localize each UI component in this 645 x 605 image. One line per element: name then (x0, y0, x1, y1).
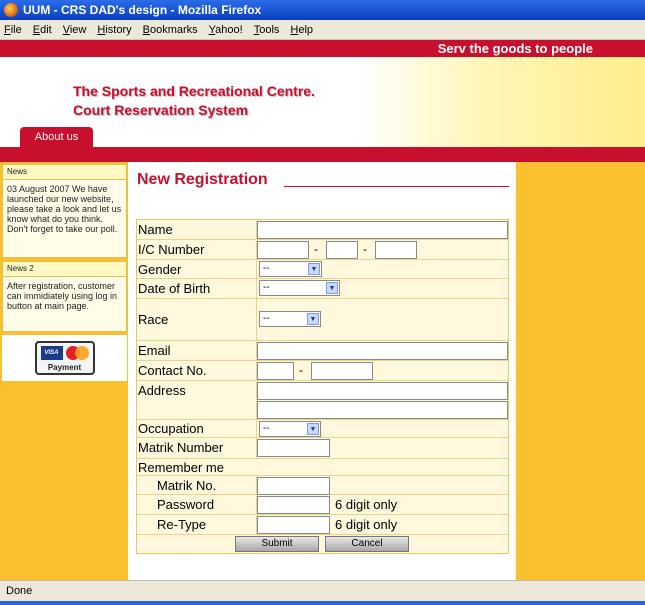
name-label: Name (138, 222, 173, 237)
retype-label: Re-Type (157, 517, 207, 532)
main-panel: New Registration Name I/C Number - - Gen… (128, 162, 516, 580)
race-label: Race (138, 312, 169, 327)
row-buttons: Submit Cancel (137, 535, 508, 554)
occupation-select[interactable]: -- ▼ (259, 421, 321, 437)
tab-about-us[interactable]: About us (20, 127, 93, 147)
news2-heading: News 2 (2, 261, 127, 277)
ic-label: I/C Number (138, 242, 205, 257)
row-gender: Gender -- ▼ (137, 260, 508, 279)
site-title: The Sports and Recreational Centre. Cour… (73, 82, 315, 120)
occupation-select-value: -- (263, 423, 270, 434)
contact-input-1[interactable] (257, 362, 294, 380)
password-label: Password (157, 497, 215, 512)
name-input[interactable] (257, 221, 508, 239)
race-select[interactable]: -- ▼ (259, 311, 321, 327)
news-heading: News (2, 164, 127, 180)
occupation-label: Occupation (138, 421, 204, 436)
ic-dash-1: - (314, 242, 318, 256)
site-title-line1: The Sports and Recreational Centre. (73, 83, 315, 99)
row-name: Name (137, 220, 508, 240)
registration-form: Name I/C Number - - Gender -- ▼ Date of … (136, 219, 509, 554)
dob-select[interactable]: -- ▼ (259, 280, 340, 296)
window-title-bar: UUM - CRS DAD's design - Mozilla Firefox (0, 0, 645, 20)
firefox-icon (4, 3, 18, 17)
site-title-line2: Court Reservation System (73, 102, 249, 118)
gender-select[interactable]: -- ▼ (259, 261, 322, 277)
remember-label: Remember me (138, 460, 224, 475)
menu-help[interactable]: Help (290, 24, 313, 36)
taskbar-strip (0, 601, 645, 605)
news2-body: After registration, customer can immidia… (2, 277, 127, 332)
window-title: UUM - CRS DAD's design - Mozilla Firefox (23, 3, 262, 17)
menu-tools[interactable]: Tools (254, 24, 280, 36)
form-title: New Registration (137, 171, 268, 188)
menu-view[interactable]: View (63, 24, 87, 36)
chevron-down-icon: ▼ (326, 282, 338, 294)
retype-note: 6 digit only (335, 517, 398, 532)
dob-label: Date of Birth (138, 281, 211, 296)
ic-input-1[interactable] (257, 241, 309, 259)
menu-yahoo[interactable]: Yahoo! (209, 24, 243, 36)
row-occupation: Occupation -- ▼ (137, 420, 508, 438)
email-label: Email (138, 343, 171, 358)
email-input[interactable] (257, 342, 508, 360)
payment-card-icon: VISA Payment (34, 341, 95, 375)
row-email: Email (137, 341, 508, 361)
password-note: 6 digit only (335, 497, 398, 512)
chevron-down-icon: ▼ (308, 263, 320, 275)
visa-icon: VISA (40, 346, 63, 360)
site-header: The Sports and Recreational Centre. Cour… (0, 57, 645, 147)
matrik-no-label: Matrik No. (157, 478, 217, 493)
menu-file[interactable]: File (4, 24, 22, 36)
submit-button[interactable]: Submit (235, 536, 319, 552)
gender-label: Gender (138, 262, 182, 277)
chevron-down-icon: ▼ (307, 313, 319, 325)
sidebar: News 03 August 2007 We have launched our… (2, 164, 127, 381)
row-dob: Date of Birth -- ▼ (137, 279, 508, 299)
chevron-down-icon: ▼ (307, 423, 319, 435)
row-contact: Contact No. - (137, 361, 508, 381)
retype-input[interactable] (257, 516, 330, 534)
row-retype: Re-Type 6 digit only (137, 515, 508, 535)
news-body: 03 August 2007 We have launched our new … (2, 180, 127, 258)
cancel-button[interactable]: Cancel (325, 536, 409, 552)
header-logo-area (20, 57, 60, 97)
password-input[interactable] (257, 496, 330, 514)
row-matrik-no: Matrik No. (137, 476, 508, 495)
status-text: Done (6, 585, 33, 597)
menu-bookmarks[interactable]: Bookmarks (143, 24, 198, 36)
contact-label: Contact No. (138, 363, 207, 378)
contact-dash: - (299, 363, 303, 377)
matrik-no-input[interactable] (257, 477, 330, 495)
slogan-bar: Serv the goods to people (0, 40, 645, 57)
address-input-1[interactable] (257, 382, 508, 400)
title-underline (284, 186, 509, 187)
ic-input-2[interactable] (326, 241, 358, 259)
menu-bar: File Edit View History Bookmarks Yahoo! … (0, 20, 645, 40)
contact-input-2[interactable] (311, 362, 373, 380)
address-input-2[interactable] (257, 401, 508, 419)
ic-dash-2: - (363, 242, 367, 256)
row-ic: I/C Number - - (137, 240, 508, 260)
dob-select-value: -- (263, 282, 270, 293)
gender-select-value: -- (263, 263, 270, 274)
menu-history[interactable]: History (97, 24, 131, 36)
web-page: Serv the goods to people The Sports and … (0, 40, 645, 580)
row-password: Password 6 digit only (137, 495, 508, 515)
row-remember: Remember me (137, 459, 508, 476)
ic-input-3[interactable] (375, 241, 417, 259)
race-select-value: -- (263, 313, 270, 324)
row-race: Race -- ▼ (137, 299, 508, 341)
matrik-label: Matrik Number (138, 440, 224, 455)
payment-label: Payment (47, 363, 82, 372)
menu-edit[interactable]: Edit (33, 24, 52, 36)
row-matrik: Matrik Number (137, 438, 508, 459)
status-bar: Done (0, 580, 645, 605)
matrik-input[interactable] (257, 439, 330, 457)
nav-bar (0, 147, 645, 162)
row-address: Address (137, 381, 508, 420)
address-label: Address (138, 383, 186, 398)
payment-box: VISA Payment (2, 335, 127, 381)
mastercard-icon (65, 346, 90, 360)
